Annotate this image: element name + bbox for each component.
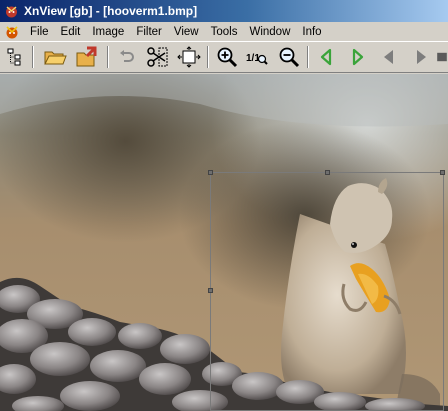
next-icon (352, 48, 364, 66)
xnview-app-icon (4, 4, 19, 19)
browser-tree-icon (7, 48, 21, 66)
toolbar-separator (32, 46, 34, 68)
previous-icon (320, 48, 332, 66)
fullscreen-button[interactable] (436, 45, 448, 69)
selection-handle-top[interactable] (325, 170, 330, 175)
export-button[interactable] (75, 45, 99, 69)
menu-window[interactable]: Window (243, 26, 296, 38)
resize-button[interactable] (177, 45, 201, 69)
fullscreen-icon (437, 52, 447, 62)
selection-handle-left[interactable] (208, 288, 213, 293)
export-icon (76, 46, 97, 67)
resize-icon (177, 46, 201, 68)
menu-view[interactable]: View (168, 26, 205, 38)
open-folder-icon (44, 51, 67, 65)
zoom-out-icon (279, 47, 300, 68)
window-title: XnView [gb] - [hooverm1.bmp] (24, 4, 198, 18)
zoom-in-button[interactable] (215, 45, 239, 69)
open-button[interactable] (43, 45, 67, 69)
app-menu-icon[interactable] (4, 24, 20, 40)
undo-icon (120, 50, 134, 62)
toolbar: 1/1 (0, 41, 448, 73)
toolbar-separator (207, 46, 209, 68)
zoom-in-icon (217, 47, 238, 68)
menu-tools[interactable]: Tools (205, 26, 244, 38)
crop-button[interactable] (145, 45, 169, 69)
crop-scissors-icon (147, 47, 168, 67)
toolbar-separator (107, 46, 109, 68)
menu-image[interactable]: Image (86, 26, 130, 38)
last-button[interactable] (409, 45, 433, 69)
selection-handle-top-right[interactable] (440, 170, 445, 175)
menu-filter[interactable]: Filter (130, 26, 168, 38)
first-icon (384, 50, 393, 64)
menu-file[interactable]: File (24, 26, 55, 38)
menu-bar: File Edit Image Filter View Tools Window… (0, 22, 448, 41)
browser-tree-button[interactable] (4, 45, 28, 69)
toolbar-separator (307, 46, 309, 68)
selection-handle-top-left[interactable] (208, 170, 213, 175)
first-button[interactable] (377, 45, 401, 69)
undo-button[interactable] (115, 45, 139, 69)
zoom-actual-button[interactable]: 1/1 (245, 45, 269, 69)
previous-button[interactable] (315, 45, 339, 69)
zoom-1-1-icon: 1/1 (246, 53, 268, 65)
next-button[interactable] (345, 45, 369, 69)
image-viewport[interactable] (0, 74, 448, 411)
menu-edit[interactable]: Edit (55, 26, 87, 38)
zoom-out-button[interactable] (277, 45, 301, 69)
last-icon (417, 50, 426, 64)
title-bar[interactable]: XnView [gb] - [hooverm1.bmp] (0, 0, 448, 22)
crop-selection-rectangle[interactable] (208, 170, 445, 411)
menu-info[interactable]: Info (296, 26, 327, 38)
